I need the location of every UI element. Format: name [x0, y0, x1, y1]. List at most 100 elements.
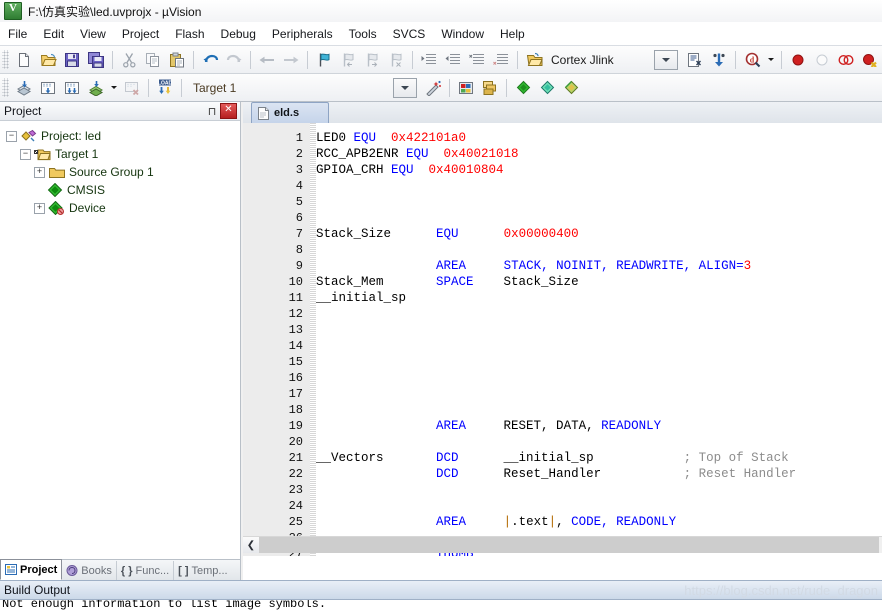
bookmark-toggle-icon[interactable] [313, 49, 335, 71]
save-all-icon[interactable] [85, 49, 107, 71]
code-line[interactable]: 6 [243, 210, 882, 226]
build-icon[interactable] [37, 77, 59, 99]
multi-project-icon[interactable] [479, 77, 501, 99]
start-debug-icon[interactable]: d [741, 49, 763, 71]
run-pack-icon[interactable] [536, 77, 558, 99]
code-line[interactable]: 18 [243, 402, 882, 418]
target-options-icon[interactable] [684, 49, 706, 71]
code-line[interactable]: 14 [243, 338, 882, 354]
tree-item-cmsis[interactable]: CMSIS [34, 181, 240, 199]
code-line[interactable]: 12 [243, 306, 882, 322]
scroll-left-icon[interactable]: ❮ [243, 537, 259, 553]
code-line[interactable]: 19 AREA RESET, DATA, READONLY [243, 418, 882, 434]
new-file-icon[interactable] [13, 49, 35, 71]
batch-build-dropdown[interactable] [109, 77, 119, 99]
save-icon[interactable] [61, 49, 83, 71]
uncomment-icon[interactable] [490, 49, 512, 71]
code-line[interactable]: 21 __Vectors DCD __initial_sp ; Top of St… [243, 450, 882, 466]
toolbar-grip[interactable] [2, 50, 9, 69]
disable-breakpoint-icon[interactable] [811, 49, 833, 71]
comment-icon[interactable] [466, 49, 488, 71]
code-lines[interactable]: 1 LED0 EQU 0x422101a0 2 RCC_APB2ENR EQU 0x4… [243, 130, 882, 556]
code-line[interactable]: 20 [243, 434, 882, 450]
debug-dropdown-arrow[interactable] [765, 49, 776, 71]
code-line[interactable]: 2 RCC_APB2ENR EQU 0x40021018 [243, 146, 882, 162]
indent-icon[interactable] [418, 49, 440, 71]
tree-item-target-1[interactable]: − Target 1 [20, 145, 240, 163]
menu-item-view[interactable]: View [72, 24, 114, 44]
manage-project-items-icon[interactable] [455, 77, 477, 99]
expand-toggle[interactable]: − [20, 148, 31, 160]
batch-build-icon[interactable] [85, 77, 107, 99]
paste-icon[interactable] [166, 49, 188, 71]
translate-icon[interactable] [13, 77, 35, 99]
code-line[interactable]: 3 GPIOA_CRH EQU 0x40010804 [243, 162, 882, 178]
close-icon[interactable]: ✕ [220, 103, 237, 119]
open-file-icon[interactable] [37, 49, 59, 71]
navigate-forward-icon[interactable] [280, 49, 302, 71]
menu-item-debug[interactable]: Debug [213, 24, 264, 44]
toolbar-grip[interactable] [2, 78, 9, 97]
code-line[interactable]: 11 __initial_sp [243, 290, 882, 306]
bookmark-clear-icon[interactable] [385, 49, 407, 71]
code-line[interactable]: 22 DCD Reset_Handler ; Reset Handler [243, 466, 882, 482]
code-line[interactable]: 4 [243, 178, 882, 194]
code-line[interactable]: 23 [243, 482, 882, 498]
code-line[interactable]: 5 [243, 194, 882, 210]
code-line[interactable]: 1 LED0 EQU 0x422101a0 [243, 130, 882, 146]
redo-icon[interactable] [223, 49, 245, 71]
debug-target-dropdown[interactable] [654, 49, 678, 70]
menu-item-project[interactable]: Project [114, 24, 167, 44]
code-line[interactable]: 10 Stack_Mem SPACE Stack_Size [243, 274, 882, 290]
tree-item-source-group-1[interactable]: + Source Group 1 [34, 163, 240, 181]
manage-components-icon[interactable] [708, 49, 730, 71]
tab-project[interactable]: Project [0, 559, 63, 580]
tab-books[interactable]: Books [62, 561, 117, 580]
debug-settings-icon[interactable] [523, 49, 545, 71]
tab-templates[interactable]: [ ] Temp... [174, 561, 231, 580]
code-line[interactable]: 8 [243, 242, 882, 258]
editor-tab-eld-s[interactable]: eld.s [251, 102, 329, 123]
tree-item-device[interactable]: + Device [34, 199, 240, 217]
code-line[interactable]: 25 AREA |.text|, CODE, READONLY [243, 514, 882, 530]
code-line[interactable]: 13 [243, 322, 882, 338]
download-icon[interactable]: LOAD [154, 77, 176, 99]
manage-run-env-icon[interactable] [560, 77, 582, 99]
menu-item-file[interactable]: File [0, 24, 35, 44]
bookmark-next-icon[interactable] [361, 49, 383, 71]
menu-item-edit[interactable]: Edit [35, 24, 72, 44]
scrollbar-track[interactable] [259, 537, 882, 553]
menu-item-svcs[interactable]: SVCS [385, 24, 434, 44]
build-output-body[interactable]: Not enough information to list image sym… [0, 600, 882, 610]
pin-icon[interactable]: ⊓ [204, 103, 220, 119]
wizard-icon[interactable] [422, 77, 444, 99]
undo-icon[interactable] [199, 49, 221, 71]
cut-icon[interactable] [118, 49, 140, 71]
disable-all-breakpoints-icon[interactable] [835, 49, 857, 71]
stop-build-icon[interactable] [121, 77, 143, 99]
menu-item-tools[interactable]: Tools [341, 24, 385, 44]
code-line[interactable]: 15 [243, 354, 882, 370]
menu-item-window[interactable]: Window [433, 24, 492, 44]
target-selector-dropdown[interactable] [393, 77, 418, 98]
editor-horizontal-scrollbar[interactable]: ❮ [243, 536, 882, 553]
menu-item-peripherals[interactable]: Peripherals [264, 24, 341, 44]
rebuild-icon[interactable] [61, 77, 83, 99]
code-line[interactable]: 7 Stack_Size EQU 0x00000400 [243, 226, 882, 242]
scrollbar-thumb[interactable] [259, 537, 879, 553]
kill-all-breakpoints-icon[interactable] [859, 49, 881, 71]
code-line[interactable]: 16 [243, 370, 882, 386]
tree-item-project-led[interactable]: − Project: led [6, 127, 240, 145]
bookmark-prev-icon[interactable] [337, 49, 359, 71]
copy-icon[interactable] [142, 49, 164, 71]
code-line[interactable]: 9 AREA STACK, NOINIT, READWRITE, ALIGN=3 [243, 258, 882, 274]
menu-item-flash[interactable]: Flash [167, 24, 212, 44]
code-line[interactable]: 17 [243, 386, 882, 402]
pack-installer-icon[interactable] [512, 77, 534, 99]
navigate-back-icon[interactable] [256, 49, 278, 71]
breakpoint-icon[interactable] [787, 49, 809, 71]
code-line[interactable]: 24 [243, 498, 882, 514]
code-editor[interactable]: 1 LED0 EQU 0x422101a0 2 RCC_APB2ENR EQU 0x4… [243, 123, 882, 556]
outdent-icon[interactable] [442, 49, 464, 71]
expand-toggle[interactable]: + [34, 202, 45, 214]
